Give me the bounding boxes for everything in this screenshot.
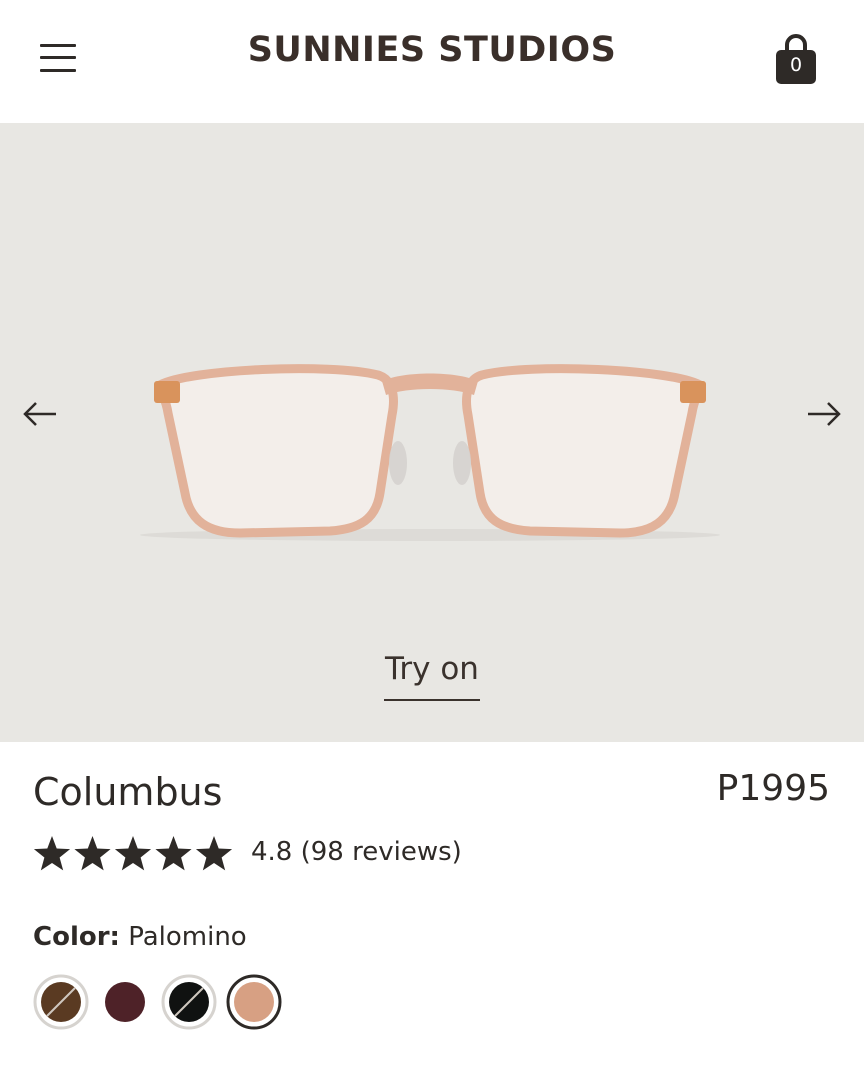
rating-stars xyxy=(33,836,233,871)
site-header: SUNNIES STUDIOS 0 xyxy=(0,0,864,123)
brand-logo[interactable]: SUNNIES STUDIOS xyxy=(0,30,864,70)
product-name: Columbus xyxy=(33,770,223,814)
star-icon xyxy=(114,836,152,871)
shopping-bag-button[interactable]: 0 xyxy=(774,34,818,86)
product-eyeglasses-image xyxy=(140,364,720,541)
arrow-left-icon[interactable] xyxy=(20,397,60,431)
color-swatch-black[interactable] xyxy=(161,974,217,1030)
color-value: Palomino xyxy=(128,922,247,952)
color-label: Color: xyxy=(33,922,120,952)
star-icon xyxy=(74,836,111,871)
color-swatch-palomino[interactable] xyxy=(226,974,282,1030)
color-selection-label: Color: Palomino xyxy=(33,922,247,952)
star-icon xyxy=(195,836,233,871)
rating-reviews-link[interactable]: 4.8 (98 reviews) xyxy=(251,837,462,867)
cart-count-badge: 0 xyxy=(789,54,803,76)
color-swatch-burgundy[interactable] xyxy=(97,974,153,1030)
arrow-right-icon[interactable] xyxy=(804,397,844,431)
try-on-link[interactable]: Try on xyxy=(384,651,480,701)
star-icon xyxy=(33,836,71,871)
product-image-carousel: Try on xyxy=(0,123,864,742)
color-swatch-tortoise-brown[interactable] xyxy=(33,974,89,1030)
star-icon xyxy=(155,836,192,871)
product-price: P1995 xyxy=(716,768,830,809)
